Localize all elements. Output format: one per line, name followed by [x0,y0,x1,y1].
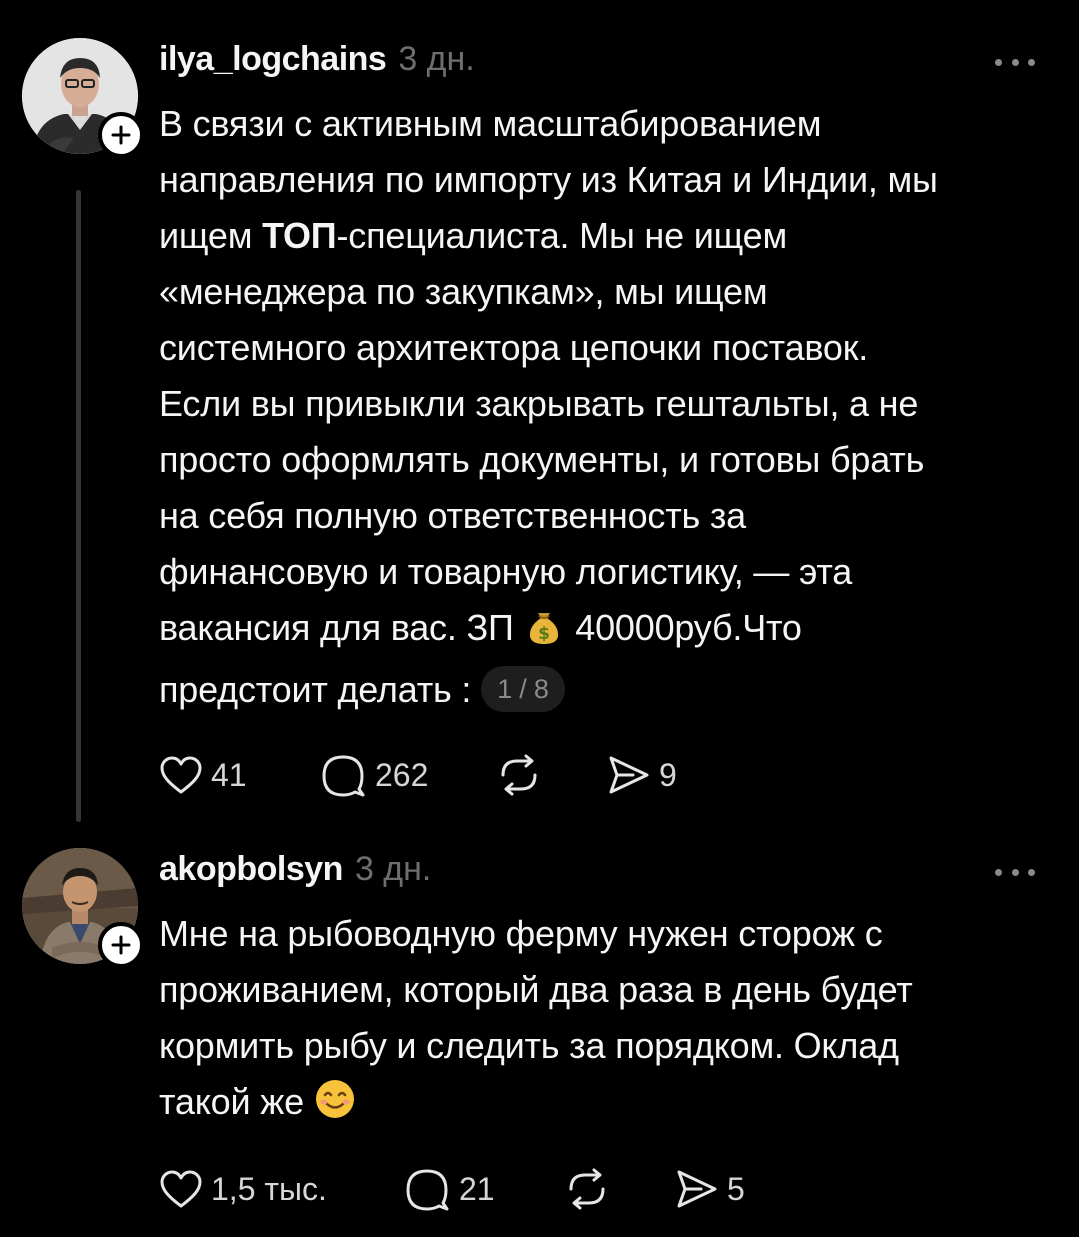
post-time[interactable]: 3 дн. [355,850,431,889]
text-line: проживанием, который два раза в день буд… [159,969,913,1010]
send-icon [677,1170,717,1208]
text-line: такой же [159,1074,1059,1136]
like-button[interactable]: 1,5 тыс. [159,1164,403,1214]
text-line: ищем ТОП-специалиста. Мы не ищем [159,208,1059,264]
bold-text: ТОП [262,215,337,256]
plus-icon [111,935,131,955]
text-segment: предстоит делать : [159,669,472,710]
follow-plus-button[interactable] [98,112,144,158]
comment-icon [322,755,365,797]
text-line: Если вы привыкли закрывать гештальты, а … [159,383,919,424]
svg-text:$: $ [539,624,551,644]
like-count: 1,5 тыс. [211,1170,327,1207]
send-icon [609,756,649,794]
text-line: направления по импорту из Китая и Индии,… [159,159,938,200]
post-text: Мне на рыбоводную ферму нужен сторож с п… [159,906,1059,1136]
comment-count: 262 [375,756,429,793]
post-actions: 41 262 9 [159,750,677,800]
dot-icon [1028,868,1035,876]
thread-post-2: akopbolsyn 3 дн. Мне на рыбоводную ферму… [0,830,1079,1237]
smiling-face-icon [314,1078,356,1136]
post-text: В связи с активным масштабированием напр… [159,96,1059,718]
repost-button[interactable] [495,750,605,800]
dot-icon [1011,868,1019,876]
comment-button[interactable]: 262 [319,750,495,800]
like-count: 41 [211,756,247,793]
text-segment: -специалиста. Мы не ищем [336,215,788,256]
author-avatar-2[interactable] [22,848,144,968]
text-line: предстоит делать :1 / 8 [159,662,1059,718]
heart-icon [160,1170,202,1208]
username-link[interactable]: akopbolsyn [159,850,343,889]
comment-button[interactable]: 21 [403,1164,563,1214]
money-bag-icon: $ [523,604,565,662]
text-line: Мне на рыбоводную ферму нужен сторож с [159,913,883,954]
share-button[interactable]: 5 [673,1164,745,1214]
plus-icon [111,125,131,145]
text-segment: 40000руб.Что [575,607,802,648]
thread-post-1: ilya_logchains 3 дн. В связи с активным … [0,0,1079,830]
comment-count: 21 [459,1170,495,1207]
dot-icon [1028,58,1035,66]
dot-icon [995,58,1002,66]
thread-connector-line [76,190,81,822]
follow-plus-button[interactable] [98,922,144,968]
carousel-counter: 1 / 8 [481,666,565,712]
heart-icon [160,756,202,794]
text-line: просто оформлять документы, и готовы бра… [159,439,925,480]
post-header: akopbolsyn 3 дн. [159,850,431,898]
text-line: на себя полную ответственность за [159,495,746,536]
username-link[interactable]: ilya_logchains [159,40,387,79]
text-line: вакансия для вас. ЗП $ 40000руб.Что [159,600,1059,662]
comment-icon [406,1169,449,1211]
repost-icon [501,754,537,796]
more-options-button[interactable] [995,866,1035,878]
more-options-button[interactable] [995,56,1035,68]
dot-icon [995,868,1002,876]
text-line: В связи с активным масштабированием [159,103,822,144]
post-time[interactable]: 3 дн. [398,40,474,79]
text-segment: ищем [159,215,263,256]
post-actions: 1,5 тыс. 21 5 [159,1164,745,1214]
like-button[interactable]: 41 [159,750,319,800]
text-segment: такой же [159,1081,304,1122]
repost-button[interactable] [563,1164,673,1214]
share-count: 5 [727,1170,745,1207]
author-avatar-1[interactable] [22,38,144,158]
dot-icon [1011,58,1019,66]
text-line: «менеджера по закупкам», мы ищем [159,271,768,312]
text-line: финансовую и товарную логистику, — эта [159,551,853,592]
text-line: кормить рыбу и следить за порядком. Окла… [159,1025,899,1066]
text-segment: вакансия для вас. ЗП [159,607,524,648]
repost-icon [569,1168,605,1210]
share-count: 9 [659,756,677,793]
post-header: ilya_logchains 3 дн. [159,40,475,88]
share-button[interactable]: 9 [605,750,677,800]
text-line: системного архитектора цепочки поставок. [159,327,869,368]
